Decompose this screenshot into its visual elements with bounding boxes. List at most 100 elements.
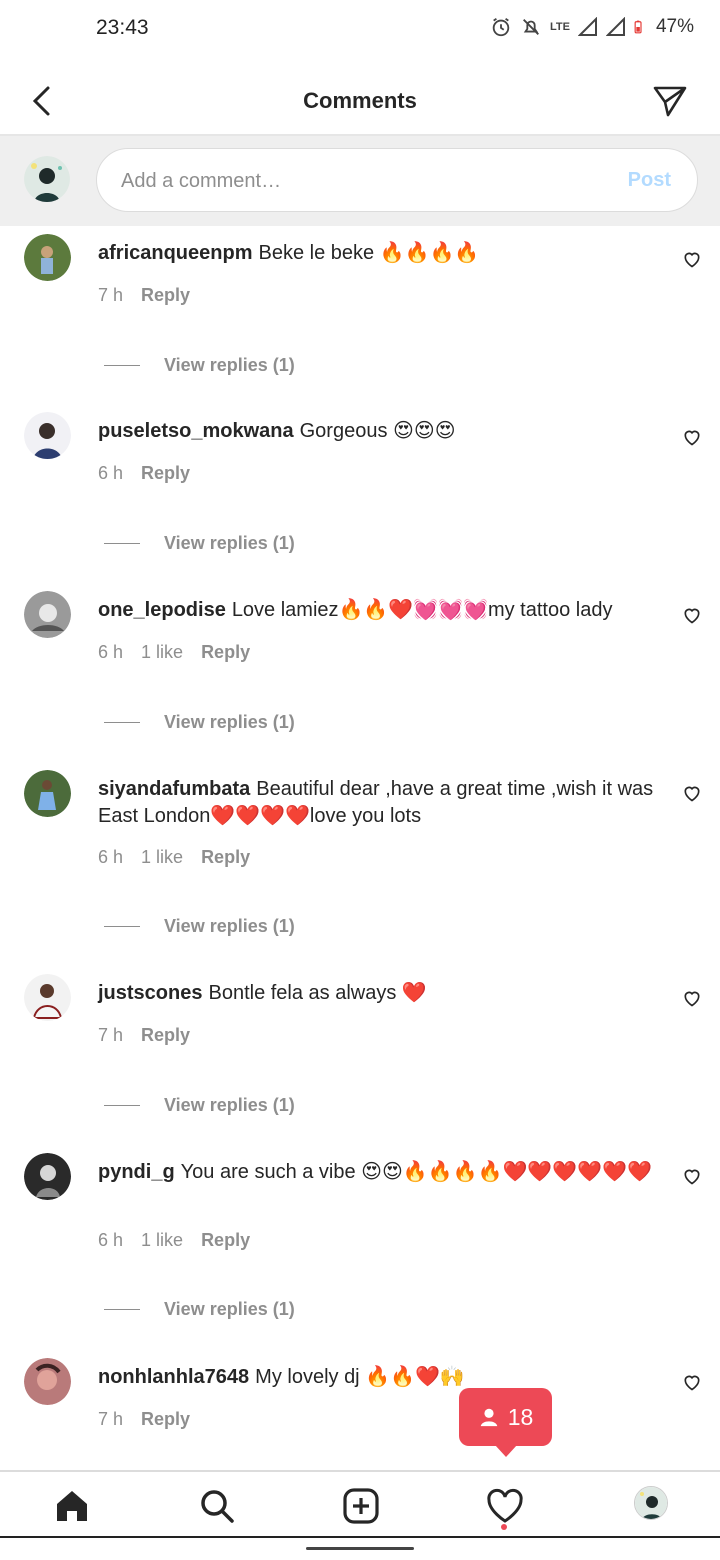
top-bar: Comments — [0, 64, 720, 136]
view-replies-button[interactable]: View replies (1) — [104, 533, 295, 554]
comment-body: Gorgeous 😍😍😍 — [299, 420, 456, 442]
comment-meta: 7 h Reply — [98, 285, 190, 306]
mute-bell-icon — [523, 19, 539, 35]
person-icon — [480, 1408, 497, 1427]
battery-level: 47% — [655, 16, 694, 37]
avatar[interactable] — [24, 1358, 71, 1405]
comment-body: Love lamiez🔥🔥❤️💓💓💓my tattoo lady — [231, 599, 613, 621]
avatar[interactable] — [24, 234, 71, 281]
view-replies-label: View replies (1) — [164, 533, 295, 553]
comment-time: 7 h — [98, 285, 124, 305]
divider-line — [104, 1309, 140, 1310]
like-heart-icon[interactable] — [682, 605, 702, 625]
divider-line — [104, 926, 140, 927]
reply-button[interactable]: Reply — [201, 642, 250, 663]
avatar[interactable] — [24, 770, 71, 817]
comment-username[interactable]: siyandafumbata — [98, 778, 250, 800]
toast-pointer — [495, 1445, 517, 1457]
post-button[interactable]: Post — [628, 169, 671, 192]
comment-time: 6 h — [98, 642, 124, 662]
comment-text: siyandafumbata Beautiful dear ,have a gre… — [98, 776, 658, 830]
view-replies-button[interactable]: View replies (1) — [104, 916, 295, 937]
activity-dot — [501, 1524, 507, 1530]
comment-input-placeholder: Add a comment… — [121, 170, 282, 192]
tab-add-post[interactable] — [341, 1486, 381, 1526]
view-replies-label: View replies (1) — [164, 712, 295, 732]
reply-button[interactable]: Reply — [141, 1025, 190, 1046]
comment-username[interactable]: pyndi_g — [98, 1161, 175, 1183]
comment-meta: 6 h 1 like Reply — [98, 1230, 250, 1251]
view-replies-button[interactable]: View replies (1) — [104, 355, 295, 376]
comment-time: 6 h — [98, 847, 124, 867]
comment-body: My lovely dj 🔥🔥❤️🙌 — [255, 1366, 465, 1388]
comment-username[interactable]: africanqueenpm — [98, 242, 252, 264]
gesture-bar[interactable] — [306, 1547, 414, 1550]
comment-text: one_lepodise Love lamiez🔥🔥❤️💓💓💓my tattoo … — [98, 597, 658, 624]
signal-icon-2 — [605, 17, 625, 36]
reply-button[interactable]: Reply — [201, 1230, 250, 1251]
divider-line — [104, 722, 140, 723]
status-time: 23:43 — [96, 16, 149, 39]
comment-username[interactable]: puseletso_mokwana — [98, 420, 294, 442]
battery-icon — [634, 20, 642, 34]
comment-text: puseletso_mokwana Gorgeous 😍😍😍 — [98, 418, 658, 445]
like-heart-icon[interactable] — [682, 249, 702, 269]
avatar[interactable] — [24, 591, 71, 638]
activity-heart-icon — [487, 1488, 523, 1523]
comment-time: 6 h — [98, 463, 124, 483]
like-heart-icon[interactable] — [682, 783, 702, 803]
tab-home[interactable] — [52, 1486, 92, 1526]
avatar[interactable] — [24, 974, 71, 1021]
comment-time: 7 h — [98, 1025, 124, 1045]
comment-composer: Add a comment… Post — [0, 136, 720, 226]
reply-button[interactable]: Reply — [141, 463, 190, 484]
comment-meta: 7 h Reply — [98, 1025, 190, 1046]
direct-send-icon[interactable] — [652, 84, 688, 118]
like-heart-icon[interactable] — [682, 988, 702, 1008]
comment-likes[interactable]: 1 like — [141, 847, 183, 868]
avatar[interactable] — [24, 1153, 71, 1200]
like-heart-icon[interactable] — [682, 1166, 702, 1186]
comment-meta: 6 h 1 like Reply — [98, 847, 250, 868]
view-replies-label: View replies (1) — [164, 1299, 295, 1319]
comment-text: africanqueenpm Beke le beke 🔥🔥🔥🔥 — [98, 240, 658, 267]
page-title: Comments — [303, 88, 417, 113]
comment-body: Beke le beke 🔥🔥🔥🔥 — [258, 242, 480, 264]
like-heart-icon[interactable] — [682, 427, 702, 447]
network-type: LTE — [550, 21, 570, 33]
comment-text: pyndi_g You are such a vibe 😍😍🔥🔥🔥🔥❤️❤️❤️❤… — [98, 1159, 658, 1186]
reply-button[interactable]: Reply — [201, 847, 250, 868]
view-replies-label: View replies (1) — [164, 355, 295, 375]
add-post-icon — [343, 1488, 379, 1524]
comment-username[interactable]: justscones — [98, 982, 202, 1004]
view-replies-button[interactable]: View replies (1) — [104, 1299, 295, 1320]
home-icon — [57, 1491, 87, 1521]
comment-time: 6 h — [98, 1230, 124, 1250]
avatar[interactable] — [24, 412, 71, 459]
view-replies-label: View replies (1) — [164, 1095, 295, 1115]
comment-body: You are such a vibe 😍😍🔥🔥🔥🔥❤️❤️❤️❤️❤️❤️ — [180, 1161, 652, 1183]
view-replies-button[interactable]: View replies (1) — [104, 1095, 295, 1116]
comment-text: nonhlanhla7648 My lovely dj 🔥🔥❤️🙌 — [98, 1364, 658, 1391]
comment-input[interactable]: Add a comment… Post — [96, 148, 698, 212]
toast-count: 18 — [507, 1403, 534, 1430]
search-icon — [201, 1490, 234, 1523]
like-heart-icon[interactable] — [682, 1372, 702, 1392]
view-replies-button[interactable]: View replies (1) — [104, 712, 295, 733]
bottom-tab-bar — [0, 1470, 720, 1536]
tab-activity[interactable] — [485, 1486, 525, 1526]
comment-likes[interactable]: 1 like — [141, 1230, 183, 1251]
comment-likes[interactable]: 1 like — [141, 642, 183, 663]
comment-username[interactable]: nonhlanhla7648 — [98, 1366, 249, 1388]
reply-button[interactable]: Reply — [141, 1409, 190, 1430]
view-replies-label: View replies (1) — [164, 916, 295, 936]
comment-username[interactable]: one_lepodise — [98, 599, 226, 621]
reply-button[interactable]: Reply — [141, 285, 190, 306]
activity-notification-toast[interactable]: 18 — [459, 1388, 552, 1457]
tab-search[interactable] — [197, 1486, 237, 1526]
current-user-avatar — [24, 156, 70, 202]
comment-time: 7 h — [98, 1409, 124, 1429]
profile-avatar[interactable] — [634, 1486, 668, 1520]
divider-line — [104, 1105, 140, 1106]
comment-meta: 7 h Reply — [98, 1409, 190, 1430]
